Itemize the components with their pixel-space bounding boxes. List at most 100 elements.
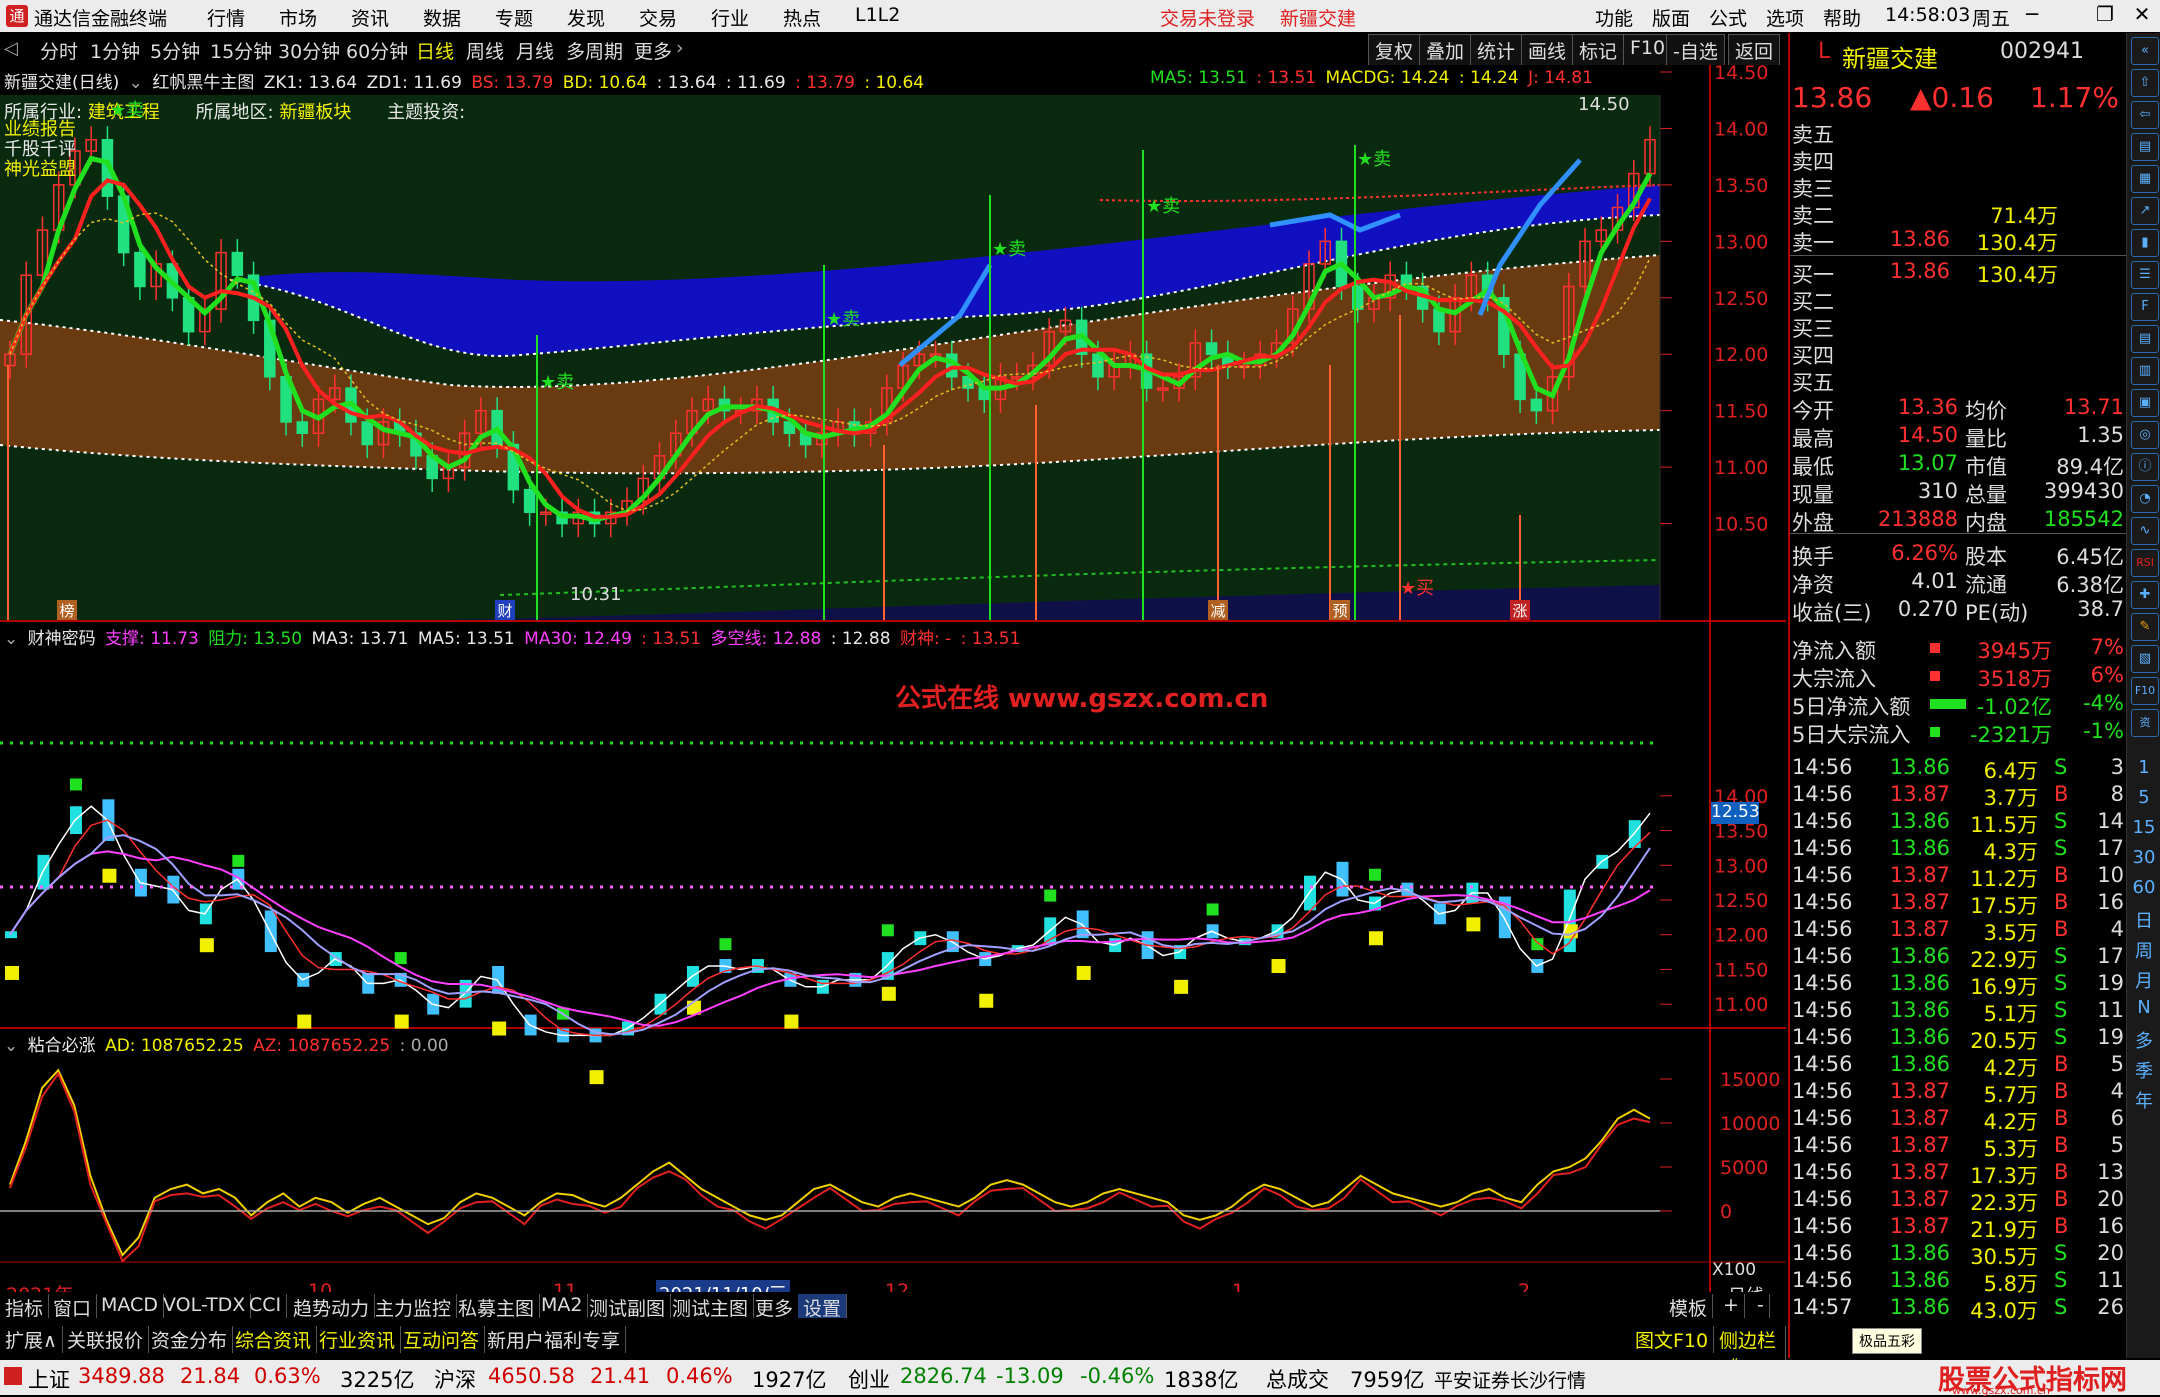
tab-cci[interactable]: CCI [244,1294,288,1318]
tab-tuwen-f10[interactable]: 图文F10 [1630,1326,1715,1353]
menu-item-shichang[interactable]: 市场 [279,4,317,31]
minimize-icon[interactable]: ─ [2015,2,2049,30]
trade-login-status[interactable]: 交易未登录 [1160,4,1255,31]
stat-row[interactable]: 收益(三) 0.270 PE(动) 38.7 [1790,597,2126,625]
period-label-year[interactable]: 年 [2127,1087,2160,1113]
tick-row[interactable]: 14:56 13.87 21.9万 B 16 [1790,1214,2126,1242]
tick-row[interactable]: 14:56 13.87 5.7万 B 4 [1790,1079,2126,1107]
stat-row[interactable]: 换手 6.26% 股本 6.45亿 [1790,541,2126,569]
tick-row[interactable]: 14:56 13.87 22.3万 B 20 [1790,1187,2126,1215]
tab-simu[interactable]: 私募主图 [453,1294,541,1320]
tab-xinyonghu[interactable]: 新用户福利专享 [482,1326,627,1353]
rsi-icon[interactable]: RSI [2131,549,2159,577]
event-marker-yu[interactable]: 预 [1330,600,1350,620]
flow-row[interactable]: 大宗流入 3518万 6% [1790,663,2126,691]
period-fenshi[interactable]: 分时 [40,37,78,64]
hs-label[interactable]: 沪深 [434,1364,476,1394]
event-marker-jian[interactable]: 减 [1208,600,1228,620]
restore-icon[interactable]: ❐ [2088,2,2122,30]
diejia-button[interactable]: 叠加 [1419,34,1472,68]
fuquan-button[interactable]: 复权 [1368,34,1421,68]
up-arrow-icon[interactable]: ⇧ [2131,69,2159,97]
region-value[interactable]: 新疆板块 [279,102,351,123]
tab-qushi[interactable]: 趋势动力 [288,1294,376,1320]
ask-row[interactable]: 卖四 [1790,146,2126,174]
zoom-out-button[interactable]: - [1752,1294,1770,1318]
ask-row[interactable]: 卖五 [1790,119,2126,147]
zi-icon[interactable]: 资 [2131,709,2159,737]
period-label-month[interactable]: 月 [2127,967,2160,993]
bid-row[interactable]: 买二 [1790,286,2126,314]
tab-guanlian[interactable]: 关联报价 [62,1326,150,1353]
calc-icon[interactable]: ▣ [2131,389,2159,417]
tab-zhibiao[interactable]: 指标 [0,1294,50,1320]
ask-row[interactable]: 卖三 [1790,173,2126,201]
plus-icon[interactable]: ✚ [2131,581,2159,609]
menu-item-faxian[interactable]: 发现 [567,4,605,31]
period-multi[interactable]: 多周期 [566,37,623,64]
left-arrow-icon[interactable]: ⇦ [2131,101,2159,129]
ask-row[interactable]: 卖一 13.86 130.4万 [1790,227,2126,255]
tick-row[interactable]: 14:56 13.87 3.5万 B 4 [1790,917,2126,945]
tick-row[interactable]: 14:56 13.86 30.5万 S 20 [1790,1241,2126,1269]
tick-row[interactable]: 14:56 13.86 22.9万 S 17 [1790,944,2126,972]
stat-row[interactable]: 最低 13.07 市值 89.4亿 [1790,451,2126,479]
period-weekly[interactable]: 周线 [466,37,504,64]
tab-ceshi-zhutu[interactable]: 测试主图 [667,1294,755,1320]
bid-row[interactable]: 买一 13.86 130.4万 [1790,259,2126,287]
period-1min[interactable]: 1分钟 [90,37,140,64]
period-daily[interactable]: 日线 [416,37,454,64]
table-icon[interactable]: ▤ [2131,325,2159,353]
candle-icon[interactable]: ▮ [2131,229,2159,257]
chart-area[interactable]: 14.50 14.00 13.50 13.00 12.50 12.00 11.50 11.00… [0,65,1786,1292]
tab-kuozhan[interactable]: 扩展∧ [0,1326,63,1353]
stat-row[interactable]: 外盘 213888 内盘 185542 [1790,507,2126,535]
tick-row[interactable]: 14:57 13.86 43.0万 S 26 [1790,1295,2126,1323]
tick-row[interactable]: 14:56 13.86 20.5万 S 19 [1790,1025,2126,1053]
menu-item-shuju[interactable]: 数据 [423,4,461,31]
tick-row[interactable]: 14:56 13.86 4.2万 B 5 [1790,1052,2126,1080]
period-60min[interactable]: 60分钟 [346,37,408,64]
period-label-multi[interactable]: 多 [2127,1027,2160,1053]
period-label-season[interactable]: 季 [2127,1057,2160,1083]
period-15min[interactable]: 15分钟 [210,37,272,64]
menu-item-xuanxiang[interactable]: 选项 [1766,4,1804,31]
menu-item-jiaoyi[interactable]: 交易 [639,4,677,31]
tick-row[interactable]: 14:56 13.87 4.2万 B 6 [1790,1106,2126,1134]
period-label-30[interactable]: 30 [2127,847,2160,868]
tick-row[interactable]: 14:56 13.86 5.8万 S 11 [1790,1268,2126,1296]
flow-row[interactable]: 5日大宗流入 -2321万 -1% [1790,719,2126,747]
nianhe-chevron-icon[interactable]: ⌄ [4,1036,18,1056]
tab-more[interactable]: 更多 [750,1294,800,1320]
stat-row[interactable]: 现量 310 总量 399430 [1790,479,2126,507]
biaoji-button[interactable]: 标记 [1572,34,1625,68]
line-chart-icon[interactable]: ↗ [2131,197,2159,225]
tick-row[interactable]: 14:56 13.86 5.1万 S 11 [1790,998,2126,1026]
info-icon[interactable]: ⓘ [2131,453,2159,481]
list-icon[interactable]: ☰ [2131,261,2159,289]
tab-ma2[interactable]: MA2 [536,1294,589,1318]
tab-zijin[interactable]: 资金分布 [146,1326,234,1353]
f10b-icon[interactable]: F10 [2131,677,2159,705]
doc-icon[interactable]: ▤ [2131,133,2159,161]
pen-icon[interactable]: ✎ [2131,613,2159,641]
indicator-chevron-icon[interactable]: ⌄ [129,73,143,93]
f10-icon[interactable]: F [2131,293,2159,321]
event-marker-cai[interactable]: 财 [495,600,515,620]
grid-icon[interactable]: ▦ [2131,165,2159,193]
period-label-15[interactable]: 15 [2127,817,2160,838]
caishen-chevron-icon[interactable]: ⌄ [4,629,18,649]
period-label-5[interactable]: 5 [2127,787,2160,808]
tick-row[interactable]: 14:56 13.86 11.5万 S 14 [1790,809,2126,837]
menu-item-zixun[interactable]: 资讯 [351,4,389,31]
tick-row[interactable]: 14:56 13.87 17.5万 B 16 [1790,890,2126,918]
tab-chuangkou[interactable]: 窗口 [48,1294,98,1320]
bid-row[interactable]: 买四 [1790,340,2126,368]
menu-item-hangqing[interactable]: 行情 [207,4,245,31]
back-button[interactable]: 返回 [1728,34,1781,68]
menu-item-l1l2[interactable]: L1L2 [855,4,900,26]
note-qiangu[interactable]: 千股千评 [4,140,76,160]
tick-row[interactable]: 14:56 13.87 3.7万 B 8 [1790,782,2126,810]
pie-icon[interactable]: ◔ [2131,485,2159,513]
tab-template[interactable]: 模板 [1664,1294,1714,1320]
